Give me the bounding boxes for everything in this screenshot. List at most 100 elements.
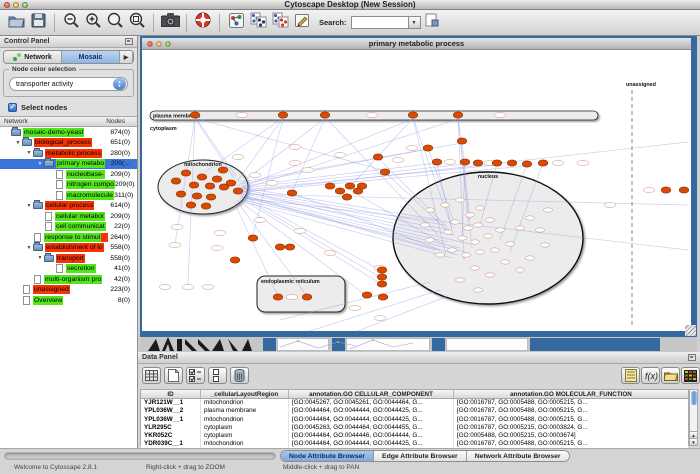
selected-gene-node[interactable]	[273, 294, 283, 300]
gene-label-node[interactable]	[171, 225, 183, 230]
network-snapshot-button[interactable]	[159, 12, 181, 34]
gene-label-node[interactable]	[289, 161, 301, 166]
nucleus-gene-node[interactable]	[491, 248, 500, 252]
nucleus-gene-node[interactable]	[476, 250, 485, 254]
table-cell[interactable]: mitochondrion	[201, 399, 289, 407]
tab-overflow-arrow[interactable]: ▶	[120, 51, 133, 63]
gene-label-node[interactable]	[494, 113, 506, 118]
select-nodes-checkbox[interactable]: ✓ Select nodes	[8, 102, 67, 113]
tree-row[interactable]: secretion41(0)	[0, 264, 137, 275]
matrix-button[interactable]	[681, 367, 700, 384]
nucleus-gene-node[interactable]	[441, 203, 450, 207]
new-attribute-button[interactable]	[164, 367, 183, 384]
gene-label-node[interactable]	[266, 181, 278, 186]
zoom-in-button[interactable]	[82, 12, 104, 34]
save-session-button[interactable]	[27, 12, 49, 34]
table-cell[interactable]: [GO:0045263, GO:0044464, GO:0044455, G..…	[289, 424, 454, 432]
attribute-table-button[interactable]	[142, 367, 161, 384]
table-column-header[interactable]: annotation.GO MOLECULAR_FUNCTION	[454, 390, 688, 398]
selected-gene-node[interactable]	[192, 193, 202, 199]
selected-gene-node[interactable]	[287, 190, 297, 196]
selected-gene-node[interactable]	[302, 294, 312, 300]
disclosure-triangle-icon[interactable]: ▼	[25, 150, 33, 156]
selected-gene-node[interactable]	[218, 167, 228, 173]
disclosure-triangle-icon[interactable]: ▼	[36, 255, 44, 261]
gene-label-node[interactable]	[374, 316, 386, 321]
table-cell[interactable]: [GO:0016787, GO:0005488, GO:0005215, G..…	[454, 399, 688, 407]
selected-gene-node[interactable]	[233, 188, 243, 194]
apply-style-red-button[interactable]	[269, 12, 291, 34]
gene-label-node[interactable]	[577, 161, 589, 166]
tab-network-attribute-browser[interactable]: Network Attribute Browser	[467, 451, 569, 461]
tree-row[interactable]: response to stimul264(0)	[0, 232, 137, 243]
table-row[interactable]: YKR052Ccytoplasm[GO:0044464, GO:0044446,…	[141, 432, 688, 440]
disclosure-triangle-icon[interactable]: ▼	[25, 203, 33, 209]
selected-gene-node[interactable]	[378, 294, 388, 300]
selected-gene-node[interactable]	[380, 169, 390, 175]
gene-label-node[interactable]	[249, 173, 261, 178]
table-column-header[interactable]: ID	[141, 390, 201, 398]
table-cell[interactable]: [GO:0016787, GO:0005488, GO:0005215, G..…	[454, 416, 688, 424]
table-cell[interactable]: [GO:0005488, GO:0005215, GO:0003674]	[454, 432, 688, 440]
tree-row[interactable]: Overview8(0)	[0, 295, 137, 306]
gene-label-node[interactable]	[289, 145, 301, 150]
table-row[interactable]: YJR121W__1mitochondrion[GO:0045267, GO:0…	[141, 399, 688, 407]
scrollbar-thumb[interactable]	[691, 391, 697, 405]
selected-gene-node[interactable]	[373, 154, 383, 160]
selected-gene-node[interactable]	[377, 267, 387, 273]
gene-label-node[interactable]	[169, 243, 181, 248]
table-cell[interactable]: mitochondrion	[201, 416, 289, 424]
tree-row[interactable]: nitrogen compo209(0)	[0, 180, 137, 191]
selected-gene-node[interactable]	[362, 292, 372, 298]
selected-gene-node[interactable]	[230, 257, 240, 263]
gene-label-node[interactable]	[202, 285, 214, 290]
gene-label-node[interactable]	[286, 295, 298, 300]
search-input[interactable]	[351, 16, 409, 29]
unselect-attributes-button[interactable]	[208, 367, 227, 384]
table-cell[interactable]: YJR121W__1	[141, 399, 201, 407]
nucleus-gene-node[interactable]	[526, 216, 535, 220]
gene-label-node[interactable]	[302, 168, 314, 173]
gene-label-node[interactable]	[366, 113, 378, 118]
nucleus-gene-node[interactable]	[471, 240, 480, 244]
float-data-panel-icon[interactable]	[688, 354, 696, 361]
nucleus-gene-node[interactable]	[456, 198, 465, 202]
table-row[interactable]: YPL036W__2plasma membrane[GO:0044464, GO…	[141, 407, 688, 415]
gene-label-node[interactable]	[211, 246, 223, 251]
apply-style-blue-button[interactable]	[247, 12, 269, 34]
selected-gene-node[interactable]	[661, 187, 671, 193]
table-cell[interactable]: YPL036W__2	[141, 407, 201, 415]
selected-gene-node[interactable]	[432, 159, 442, 165]
tree-row[interactable]: unassigned223(0)	[0, 285, 137, 296]
selected-gene-node[interactable]	[473, 160, 483, 166]
table-cell[interactable]: plasma membrane	[201, 407, 289, 415]
table-cell[interactable]: [GO:0044464, GO:0044444, GO:0044425, G..…	[289, 416, 454, 424]
selected-gene-node[interactable]	[457, 138, 467, 144]
nucleus-gene-node[interactable]	[501, 260, 510, 264]
table-cell[interactable]: [GO:0045267, GO:0045261, GO:0044464, G..…	[289, 399, 454, 407]
selected-gene-node[interactable]	[377, 281, 387, 287]
nucleus-gene-node[interactable]	[486, 273, 495, 277]
gene-label-node[interactable]	[324, 251, 336, 256]
selected-gene-node[interactable]	[357, 183, 367, 189]
disclosure-triangle-icon[interactable]: ▼	[36, 161, 44, 167]
gene-label-node[interactable]	[552, 161, 564, 166]
search-options-button[interactable]	[421, 12, 443, 34]
table-cell[interactable]: [GO:0044464, GO:0044446, GO:0044444, G..…	[289, 432, 454, 440]
tab-network[interactable]: Network	[4, 51, 62, 63]
zoom-out-button[interactable]	[60, 12, 82, 34]
selected-gene-node[interactable]	[507, 160, 517, 166]
selected-gene-node[interactable]	[342, 194, 352, 200]
resize-grip[interactable]	[685, 325, 696, 336]
gene-label-node[interactable]	[406, 146, 418, 151]
tree-row[interactable]: ▼establishment of lo558(0)	[0, 243, 137, 254]
nucleus-gene-node[interactable]	[474, 223, 483, 227]
gene-label-node[interactable]	[444, 160, 456, 165]
help-button[interactable]	[192, 12, 214, 34]
table-cell[interactable]: cytoplasm	[201, 432, 289, 440]
selected-gene-node[interactable]	[679, 187, 689, 193]
gene-label-node[interactable]	[294, 229, 306, 234]
search-dropdown-arrow[interactable]: ▼	[409, 16, 421, 29]
table-cell[interactable]: cytoplasm	[201, 424, 289, 432]
tab-edge-attribute-browser[interactable]: Edge Attribute Browser	[374, 451, 467, 461]
